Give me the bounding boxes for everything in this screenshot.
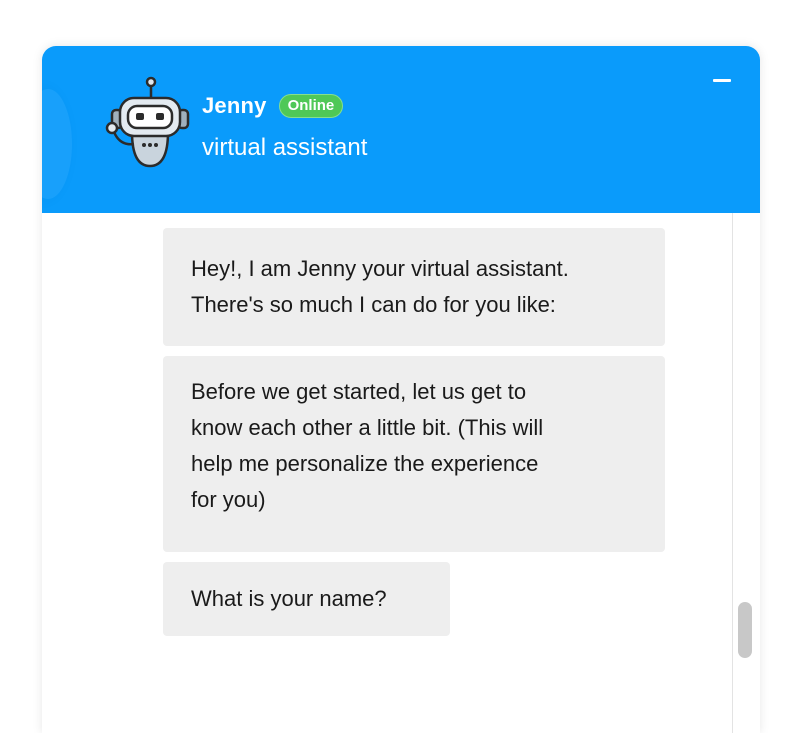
message-bubble: Before we get started, let us get to kno…: [163, 356, 665, 552]
message-bubble: Hey!, I am Jenny your virtual assistant.…: [163, 228, 665, 346]
chat-header: Jenny Online virtual assistant: [42, 46, 760, 213]
minimize-icon: [713, 79, 731, 82]
agent-role: virtual assistant: [202, 134, 368, 161]
chat-widget: Jenny Online virtual assistant Hey!, I a…: [42, 46, 760, 733]
robot-avatar-icon: [105, 76, 190, 168]
agent-name: Jenny: [202, 93, 267, 118]
chat-body[interactable]: Hey!, I am Jenny your virtual assistant.…: [42, 213, 760, 733]
minimize-button[interactable]: [707, 66, 737, 96]
scrollbar-track: [732, 213, 733, 733]
status-badge: Online: [278, 94, 344, 118]
message-bubble: What is your name?: [163, 562, 450, 636]
avatar-halo: [42, 89, 72, 199]
scrollbar-thumb[interactable]: [738, 602, 752, 658]
agent-name-row: Jenny Online: [202, 90, 344, 122]
